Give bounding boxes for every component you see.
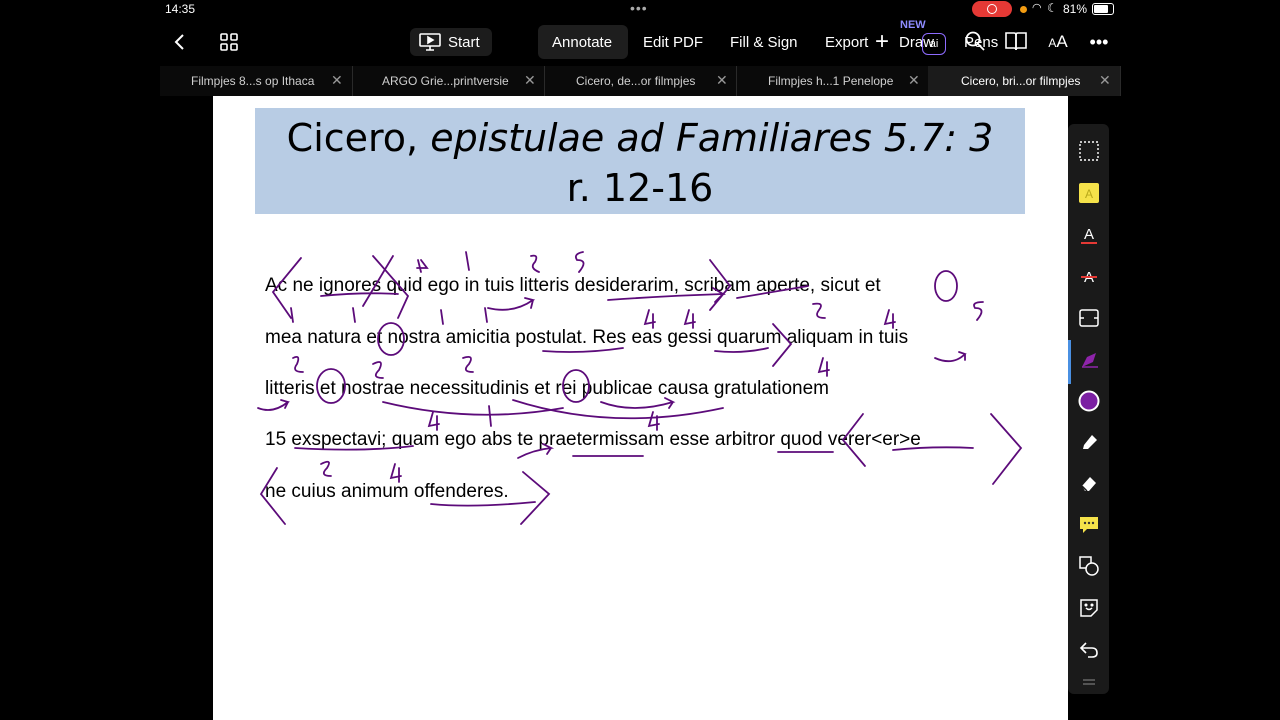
text-line: Ac ne ignores quid ego in tuis litteris … — [265, 275, 881, 296]
pen-icon[interactable] — [1078, 349, 1100, 371]
menu-export[interactable]: Export — [825, 34, 868, 51]
text-line: litteris et nostrae necessitudinis et re… — [265, 378, 829, 399]
eraser-icon[interactable] — [1078, 472, 1100, 494]
close-icon[interactable]: ✕ — [908, 72, 920, 89]
search-icon[interactable] — [963, 30, 987, 54]
new-badge: NEW — [900, 19, 926, 31]
svg-text:A: A — [1085, 187, 1093, 201]
shapes-icon[interactable] — [1078, 555, 1100, 577]
menu-fill-sign[interactable]: Fill & Sign — [730, 34, 798, 51]
textbox-icon[interactable] — [1078, 307, 1100, 329]
close-icon[interactable]: ✕ — [1099, 72, 1111, 89]
wifi-icon: ◠ — [1032, 2, 1042, 14]
tab-document[interactable]: Filmpjes 8...s op Ithaca ✕ — [160, 66, 353, 96]
tab-document[interactable]: Filmpjes h...1 Penelope ✕ — [736, 66, 929, 96]
page-subtitle: r. 12-16 — [566, 166, 714, 210]
select-icon[interactable] — [1078, 140, 1100, 162]
text-line: ne cuius animum offenderes. — [265, 481, 509, 502]
status-bar: 14:35 ••• ◠ ☾ 81% — [0, 0, 1280, 20]
tab-label: Cicero, de...or filmpjes — [576, 74, 696, 88]
back-chevron-icon[interactable] — [168, 30, 192, 54]
close-icon[interactable]: ✕ — [331, 72, 343, 89]
highlight-icon[interactable]: A — [1078, 182, 1100, 204]
svg-text:A: A — [1084, 226, 1094, 243]
close-icon[interactable]: ✕ — [716, 72, 728, 89]
reader-view-icon[interactable] — [1004, 30, 1028, 54]
tab-label: ARGO Grie...printversie — [382, 74, 509, 88]
text-size-icon[interactable]: AA — [1045, 30, 1071, 54]
annotation-tool-palette: A A A — [1068, 124, 1109, 694]
pdf-page[interactable]: Cicero, epistulae ad Familiares 5.7: 3 r… — [213, 96, 1068, 720]
text-strikethrough-icon[interactable]: A — [1078, 265, 1100, 287]
color-icon[interactable] — [1078, 390, 1100, 412]
document-tabs: Filmpjes 8...s op Ithaca ✕ ARGO Grie...p… — [160, 66, 1121, 96]
start-presentation-button[interactable]: Start — [410, 28, 492, 56]
text-line: 15 exspectavi; quam ego abs te praetermi… — [265, 429, 921, 450]
battery-icon — [1092, 3, 1114, 15]
tab-document[interactable]: ARGO Grie...printversie ✕ — [352, 66, 545, 96]
ai-assistant-button[interactable]: ai — [922, 33, 946, 55]
multitask-dots-icon[interactable]: ••• — [630, 0, 648, 16]
start-label: Start — [448, 34, 480, 51]
add-icon[interactable]: + — [870, 30, 894, 54]
menu-edit-pdf[interactable]: Edit PDF — [643, 34, 703, 51]
text-line: mea natura et nostra amicitia postulat. … — [265, 327, 909, 348]
tab-label: Filmpjes 8...s op Ithaca — [191, 74, 315, 88]
tab-label: Cicero, bri...or filmpjes — [961, 74, 1081, 88]
slide-title-box: Cicero, epistulae ad Familiares 5.7: 3 r… — [255, 108, 1025, 214]
grid-icon[interactable] — [217, 30, 241, 54]
tab-document[interactable]: Cicero, de...or filmpjes ✕ — [544, 66, 737, 96]
comment-icon[interactable] — [1078, 514, 1100, 536]
page-title: Cicero, epistulae ad Familiares 5.7: 3 — [286, 116, 994, 160]
active-tool-indicator — [1068, 340, 1071, 384]
more-icon[interactable]: ••• — [1087, 30, 1111, 54]
sticker-icon[interactable] — [1078, 597, 1100, 619]
menu-annotate[interactable]: Annotate — [552, 34, 612, 51]
marker-icon[interactable] — [1078, 431, 1100, 453]
moon-icon: ☾ — [1047, 1, 1058, 15]
mic-indicator-icon — [1020, 6, 1027, 13]
tab-document-active[interactable]: Cicero, bri...or filmpjes ✕ — [928, 66, 1121, 96]
presentation-icon — [419, 33, 441, 56]
drag-handle-icon[interactable] — [1078, 674, 1100, 685]
screen-recording-icon[interactable] — [972, 1, 1012, 17]
close-icon[interactable]: ✕ — [524, 72, 536, 89]
clock: 14:35 — [165, 2, 196, 16]
battery-percent: 81% — [1063, 2, 1088, 16]
tab-label: Filmpjes h...1 Penelope — [768, 74, 894, 88]
undo-icon[interactable] — [1078, 638, 1100, 660]
text-underline-icon[interactable]: A — [1078, 224, 1100, 246]
